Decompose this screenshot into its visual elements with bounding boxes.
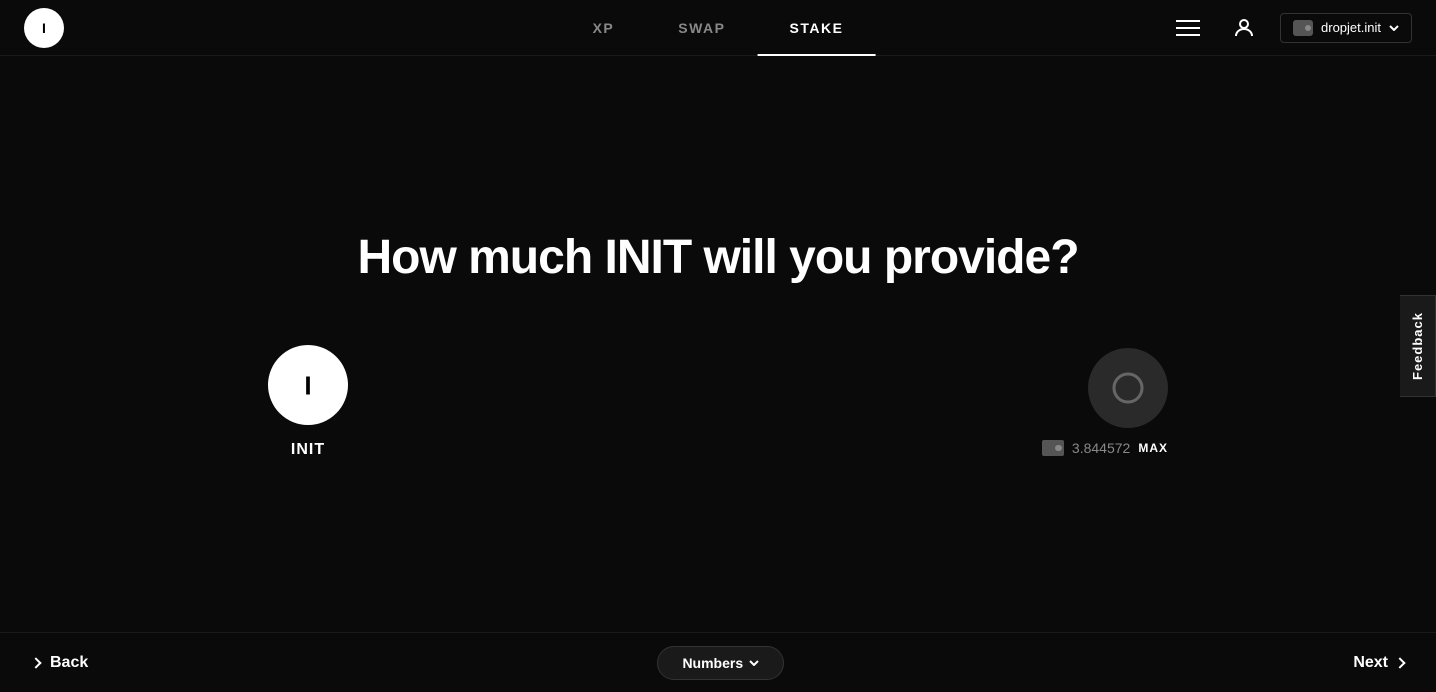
amount-circle-icon [1106,366,1150,410]
init-token-icon: I [286,363,330,407]
back-button[interactable]: Back [32,654,88,672]
numbers-label: Numbers [682,655,743,671]
token-name: INIT [291,441,325,459]
question-title: How much INIT will you provide? [357,230,1078,285]
nav-item-xp[interactable]: XP [561,0,647,56]
main-content: How much INIT will you provide? I INIT [0,56,1436,632]
bottom-bar: Back Numbers Next [0,632,1436,692]
nav-item-swap[interactable]: SWAP [646,0,757,56]
next-button[interactable]: Next [1353,654,1404,672]
amount-circle [1088,348,1168,428]
balance-row: 3.844572 MAX [1042,440,1168,456]
logo-button[interactable]: I [24,8,64,48]
nav-item-stake[interactable]: STAKE [758,0,876,56]
svg-text:I: I [304,370,311,400]
header: I XP SWAP STAKE dropjet.in [0,0,1436,56]
chevron-down-icon [1389,25,1399,31]
header-right: dropjet.init [1168,8,1412,48]
back-label: Back [50,654,88,672]
token-icon-circle: I [268,345,348,425]
max-button[interactable]: MAX [1138,441,1168,455]
token-info: I INIT [268,345,348,459]
hamburger-icon [1176,20,1200,36]
wallet-icon [1293,20,1313,36]
feedback-tab-wrapper: Feedback [1400,295,1436,397]
header-left: I [24,8,64,48]
numbers-button[interactable]: Numbers [657,646,784,680]
menu-button[interactable] [1168,8,1208,48]
chevron-right-icon [1394,657,1405,668]
wallet-balance-icon [1042,440,1064,456]
input-row: I INIT 3.844572 MAX [268,345,1168,459]
profile-button[interactable] [1224,8,1264,48]
numbers-chevron-icon [749,660,759,666]
balance-amount: 3.844572 [1072,440,1130,456]
feedback-button[interactable]: Feedback [1400,295,1436,397]
wallet-label: dropjet.init [1321,20,1381,35]
wallet-button[interactable]: dropjet.init [1280,13,1412,43]
amount-display: 3.844572 MAX [1042,348,1168,456]
chevron-left-icon [30,657,41,668]
main-nav: XP SWAP STAKE [561,0,876,56]
next-label: Next [1353,654,1388,672]
svg-text:I: I [42,19,46,35]
